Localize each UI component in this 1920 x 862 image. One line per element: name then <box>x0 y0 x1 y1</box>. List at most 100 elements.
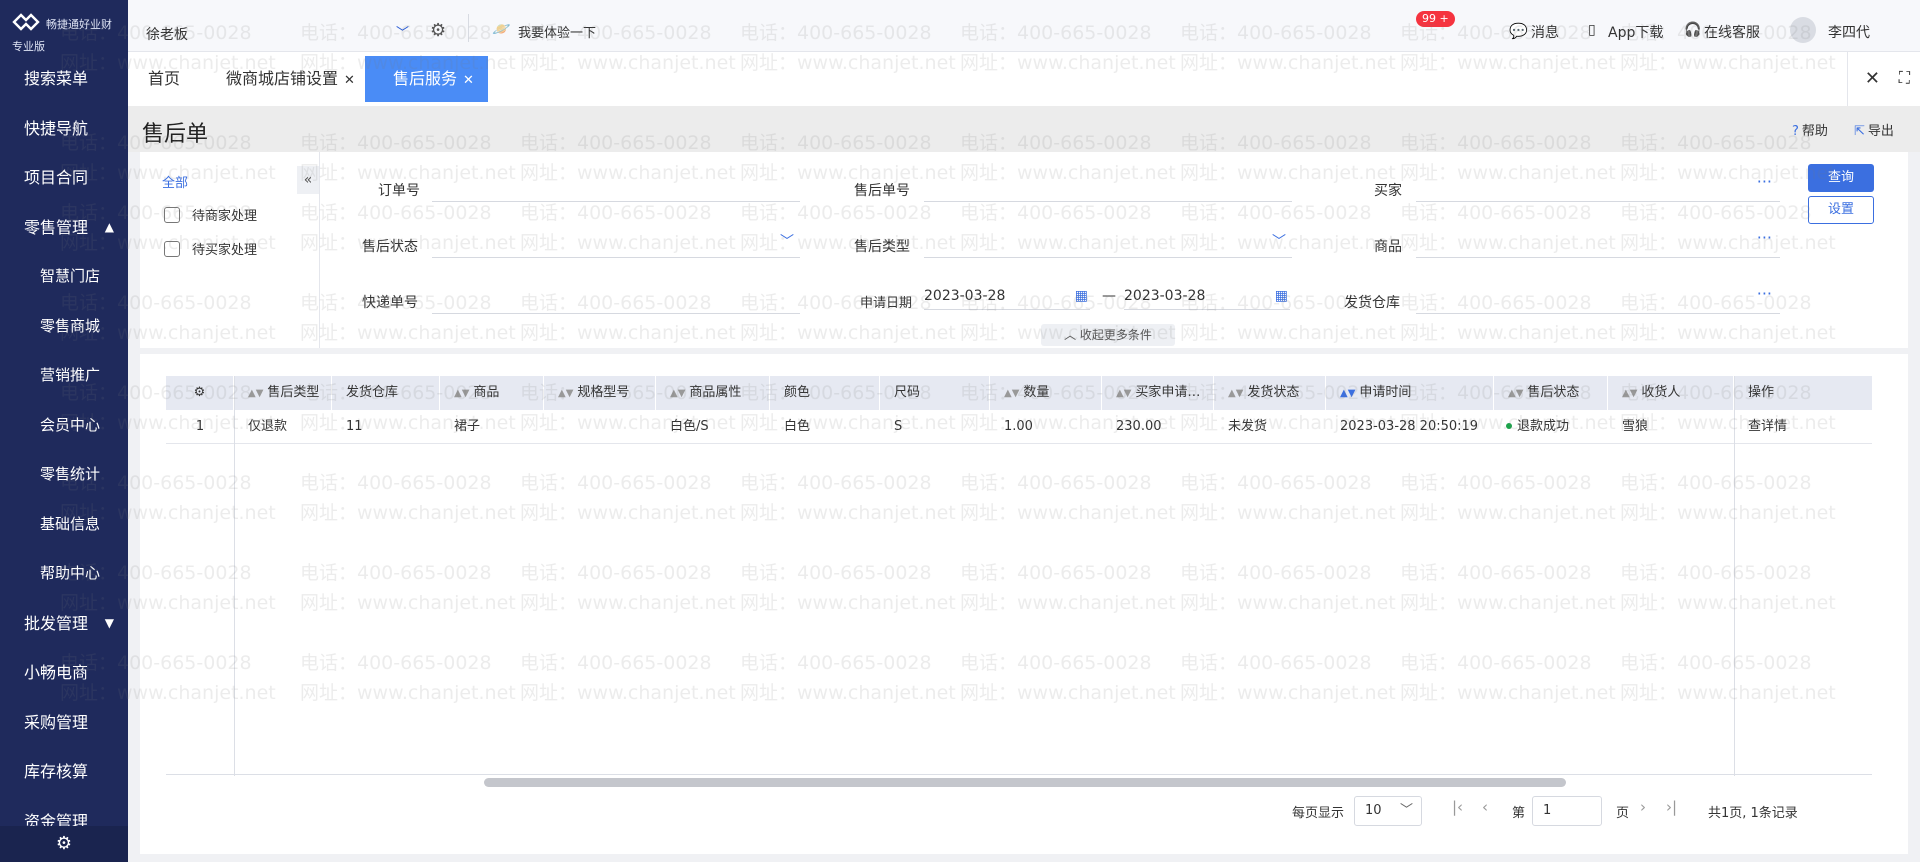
close-all-icon[interactable]: ✕ <box>1865 68 1880 89</box>
settings-icon[interactable]: ⚙ <box>0 826 128 862</box>
view-detail-link[interactable]: 查详情 <box>1734 410 1872 444</box>
sidebar-item[interactable]: 小畅电商 <box>0 648 128 698</box>
col-header-color[interactable]: 颜色 <box>770 376 880 410</box>
sidebar-item[interactable]: 营销推广 <box>0 351 128 401</box>
status-all[interactable]: 全部 <box>162 172 188 191</box>
date-from-input[interactable]: 2023-03-28 ▦ <box>924 282 1090 310</box>
avatar[interactable] <box>1790 17 1816 43</box>
horizontal-scrollbar[interactable] <box>484 778 1566 787</box>
tab-after-sales[interactable]: 售后服务 ✕ <box>365 56 488 102</box>
after-sale-type-select[interactable]: ﹀ <box>924 230 1292 258</box>
calendar-icon[interactable]: ▦ <box>1275 282 1288 310</box>
calendar-icon[interactable]: ▦ <box>1075 282 1088 310</box>
sort-icon[interactable]: ▲▼ <box>1508 388 1523 399</box>
app-download-link[interactable]: App下载 <box>1608 22 1663 42</box>
query-button[interactable]: 查询 <box>1808 164 1874 192</box>
message-icon[interactable]: 💬 <box>1509 22 1528 40</box>
express-no-input[interactable] <box>432 286 800 314</box>
sort-icon[interactable]: ▲▼ <box>1116 388 1131 399</box>
messages-link[interactable]: 消息 <box>1531 22 1559 42</box>
chevron-down-icon[interactable]: ﹀ <box>396 22 409 41</box>
sidebar-item[interactable]: 采购管理 <box>0 698 128 748</box>
sort-icon[interactable]: ▲▼ <box>1228 388 1243 399</box>
status-pending-buyer[interactable]: 待买家处理 <box>164 239 257 258</box>
more-icon[interactable]: ··· <box>1757 168 1772 196</box>
fold-conditions-button[interactable]: ︿ 收起更多条件 <box>1041 324 1175 346</box>
sort-icon[interactable]: ▲▼ <box>1622 388 1637 399</box>
tab-shop-settings[interactable]: 微商城店铺设置 ✕ <box>226 56 355 102</box>
buyer-input[interactable]: ··· <box>1416 172 1780 202</box>
sidebar-item[interactable]: 会员中心 <box>0 401 128 451</box>
sort-icon[interactable]: ▲▼ <box>670 388 685 399</box>
sidebar-item[interactable]: 项目合同 <box>0 153 128 203</box>
page-input[interactable]: 1 <box>1532 796 1602 826</box>
caret-down-icon[interactable]: ▼ <box>105 599 114 649</box>
col-header-type[interactable]: ▲▼ 售后类型 <box>234 376 332 410</box>
per-page-select[interactable]: 10 ﹀ <box>1354 796 1422 826</box>
col-header-warehouse[interactable]: 发货仓库 <box>332 376 440 410</box>
column-settings-icon[interactable]: ⚙ <box>166 376 234 410</box>
warehouse-input[interactable]: ··· <box>1416 284 1780 314</box>
product-input[interactable]: ··· <box>1416 228 1780 258</box>
col-header-apply-time[interactable]: ▲▼ 申请时间 <box>1326 376 1494 410</box>
sort-icon[interactable]: ▲▼ <box>454 388 469 399</box>
tab-home[interactable]: 首页 <box>148 56 180 102</box>
help-button[interactable]: ? 帮助 <box>1792 120 1828 139</box>
more-icon[interactable]: ··· <box>1757 224 1772 252</box>
user-name[interactable]: 李四代 <box>1828 22 1870 42</box>
sidebar-item[interactable]: 搜索菜单 <box>0 54 128 104</box>
last-page-icon[interactable]: ›| <box>1666 798 1677 816</box>
fullscreen-icon[interactable]: ⛶ <box>1899 68 1910 88</box>
tab-label: 微商城店铺设置 <box>226 69 339 88</box>
logo-icon <box>12 13 40 31</box>
sort-icon[interactable]: ▲▼ <box>248 388 263 399</box>
sidebar-item[interactable]: 零售管理 ▲ <box>0 203 128 253</box>
settings-button[interactable]: 设置 <box>1808 196 1874 224</box>
more-icon[interactable]: ··· <box>1757 280 1772 308</box>
close-icon[interactable]: ✕ <box>463 73 474 88</box>
sidebar-item[interactable]: 库存核算 <box>0 747 128 797</box>
status-pending-merchant[interactable]: 待商家处理 <box>164 205 257 224</box>
page-title: 售后单 <box>142 122 209 147</box>
first-page-icon[interactable]: |‹ <box>1452 798 1463 816</box>
sidebar-item[interactable]: 零售商城 <box>0 302 128 352</box>
divider <box>1734 376 1735 776</box>
online-service-link[interactable]: 在线客服 <box>1704 22 1760 42</box>
header-label: 售后类型 <box>267 385 320 400</box>
col-header-buyer-amount[interactable]: ▲▼ 买家申请… <box>1102 376 1214 410</box>
sidebar-item[interactable]: 基础信息 <box>0 500 128 550</box>
sidebar-item[interactable]: 批发管理 ▼ <box>0 599 128 649</box>
sidebar-item[interactable]: 智慧门店 <box>0 252 128 302</box>
sidebar-item[interactable]: 快捷导航 <box>0 104 128 154</box>
col-header-product[interactable]: ▲▼ 商品 <box>440 376 544 410</box>
after-sale-no-input[interactable] <box>924 174 1292 202</box>
prev-page-icon[interactable]: ‹ <box>1482 798 1488 816</box>
col-header-ship-status[interactable]: ▲▼ 发货状态 <box>1214 376 1326 410</box>
gear-icon[interactable]: ⚙ <box>430 20 446 41</box>
col-header-spec[interactable]: ▲▼ 规格型号 <box>544 376 656 410</box>
sidebar-item[interactable]: 帮助中心 <box>0 549 128 599</box>
next-page-icon[interactable]: › <box>1640 798 1646 816</box>
export-button[interactable]: ⇱ 导出 <box>1854 120 1894 139</box>
sort-desc-icon[interactable]: ▲▼ <box>1340 388 1355 399</box>
caret-up-icon[interactable]: ▲ <box>105 203 114 253</box>
order-no-input[interactable] <box>432 174 800 202</box>
date-to-input[interactable]: 2023-03-28 ▦ <box>1124 282 1290 310</box>
col-header-after-status[interactable]: ▲▼ 售后状态 <box>1494 376 1608 410</box>
after-sale-status-select[interactable]: ﹀ <box>432 230 800 258</box>
sort-icon[interactable]: ▲▼ <box>558 388 573 399</box>
col-header-qty[interactable]: ▲▼ 数量 <box>990 376 1102 410</box>
sort-icon[interactable]: ▲▼ <box>1004 388 1019 399</box>
account-selector[interactable]: 徐老板 <box>146 24 188 44</box>
sidebar-item[interactable]: 零售统计 <box>0 450 128 500</box>
header-label: 收货人 <box>1641 385 1681 400</box>
col-header-attr[interactable]: ▲▼ 商品属性 <box>656 376 770 410</box>
collapse-sidebar-button[interactable]: « <box>297 166 319 194</box>
help-icon: ? <box>1792 124 1799 139</box>
try-demo-link[interactable]: 我要体验一下 <box>518 22 596 41</box>
close-icon[interactable]: ✕ <box>344 73 355 88</box>
col-header-size[interactable]: 尺码 <box>880 376 990 410</box>
col-header-receiver[interactable]: ▲▼ 收货人 <box>1608 376 1734 410</box>
warehouse-label: 发货仓库 <box>1344 295 1400 311</box>
table-row[interactable]: 1 仅退款 11 裙子 白色/S 白色 S 1.00 230.00 未发货 20… <box>166 410 1872 444</box>
